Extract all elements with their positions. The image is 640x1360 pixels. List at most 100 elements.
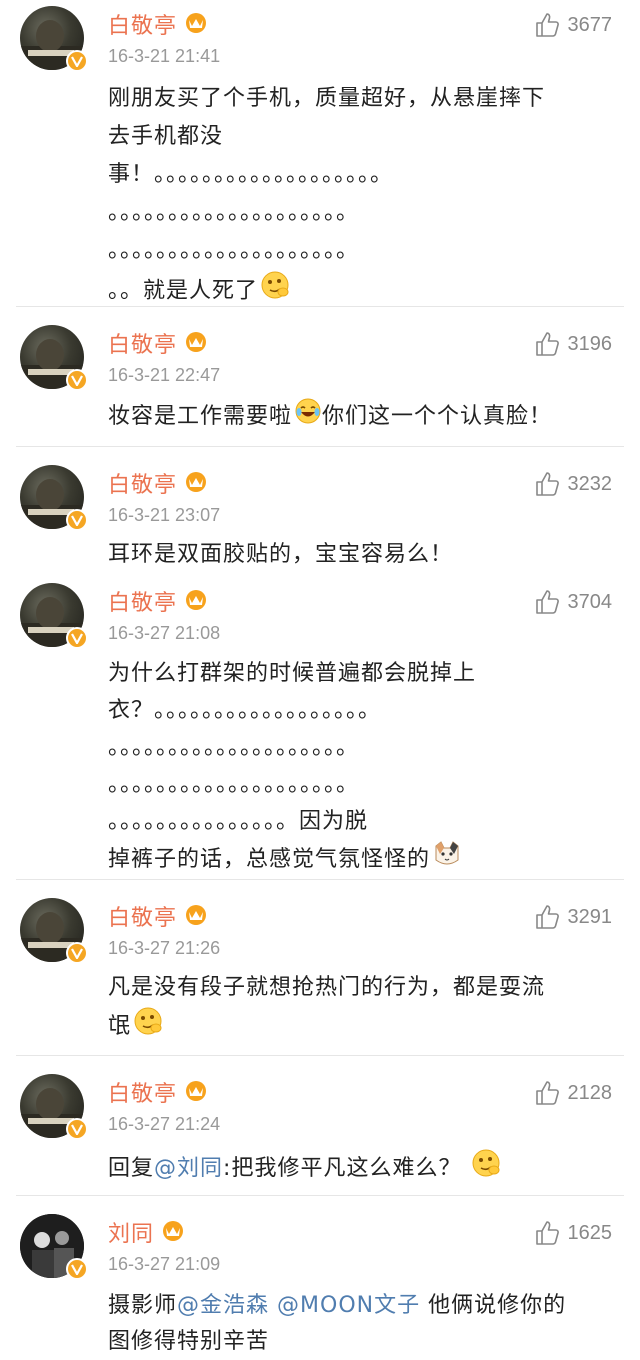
text-line: 凡是没有段子就想抢热门的行为，都是耍流 <box>108 975 546 1000</box>
text-line: 为什么打群架的时候普遍都会脱掉上 <box>108 661 477 686</box>
text-line: 。。。。。。。。。。。。。。。。。。。。 <box>108 735 360 760</box>
text-line: 去手机都没 <box>108 124 224 149</box>
verified-icon <box>66 1258 88 1280</box>
laugh-cry-emoji-icon <box>294 397 322 437</box>
thumbs-up-icon <box>535 332 559 356</box>
like-count: 3677 <box>567 13 613 36</box>
comment-item: 白敬亭 16-3-21 23:07 3232 耳环是双面胶贴的，宝宝容易么！ <box>0 447 640 577</box>
thumbs-up-icon <box>535 1081 559 1105</box>
vip-crown-icon <box>183 588 209 616</box>
timestamp: 16-3-21 22:47 <box>108 365 221 385</box>
text-line: 。。。。。。。。。。。。。。。。。。。。 <box>108 772 360 797</box>
verified-icon <box>66 1118 88 1140</box>
avatar[interactable] <box>20 325 88 391</box>
timestamp: 16-3-27 21:09 <box>108 1254 221 1274</box>
verified-icon <box>66 369 88 391</box>
comment-item: 白敬亭 16-3-27 21:26 3291 凡是没有段子就想抢热门的行为，都是… <box>0 880 640 1056</box>
text-line: 衣？。。。。。。。。。。。。。。。。。。 <box>108 698 382 723</box>
text-line: 。。。。。。。。。。。。。。。。。。。。 <box>108 238 360 263</box>
text-segment: 你们这一个个认真脸！ <box>322 404 553 429</box>
comment-text: 耳环是双面胶贴的，宝宝容易么！ <box>108 537 606 573</box>
avatar[interactable] <box>20 583 88 649</box>
like-count: 2128 <box>567 1081 613 1104</box>
username[interactable]: 白敬亭 <box>108 900 209 932</box>
vip-crown-icon <box>183 903 209 931</box>
smirk-emoji-icon <box>471 1148 501 1190</box>
text-segment: 他俩说修你的 <box>428 1293 567 1318</box>
smirk-emoji-icon <box>133 1006 163 1048</box>
comment-list: 白敬亭 16-3-21 21:41 3677 刚朋友买了个手机，质量超好，从悬崖… <box>0 0 640 1359</box>
text-line: 耳环是双面胶贴的，宝宝容易么！ <box>108 542 454 567</box>
timestamp: 16-3-21 23:07 <box>108 505 221 525</box>
thumbs-up-icon <box>535 590 559 614</box>
avatar[interactable] <box>20 465 88 531</box>
vip-crown-icon <box>183 330 209 358</box>
verified-icon <box>66 509 88 531</box>
text-segment: 摄影师 <box>108 1293 178 1318</box>
comment-text: 刚朋友买了个手机，质量超好，从悬崖摔下 去手机都没 事！。。。。。。。。。。。。… <box>108 80 606 313</box>
text-segment: :把我修平凡这么难么？ <box>223 1156 462 1181</box>
mention-link[interactable]: @刘同 <box>154 1156 223 1181</box>
cat-emoji-icon <box>432 840 462 880</box>
comment-item: 白敬亭 16-3-27 21:24 2128 回复@刘同:把我修平凡这么难么？ <box>0 1056 640 1196</box>
comment-text: 凡是没有段子就想抢热门的行为，都是耍流 氓 <box>108 970 606 1048</box>
reply-prefix: 回复 <box>108 1156 155 1181</box>
username[interactable]: 白敬亭 <box>108 8 209 40</box>
vip-crown-icon <box>183 1079 209 1107</box>
like-count: 3704 <box>567 590 613 613</box>
text-line: 事！。。。。。。。。。。。。。。。。。。。 <box>108 162 394 187</box>
verified-icon <box>66 50 88 72</box>
avatar[interactable] <box>20 1214 88 1280</box>
avatar[interactable] <box>20 1074 88 1140</box>
like-button[interactable]: 2128 <box>534 1080 613 1106</box>
vip-crown-icon <box>183 11 209 39</box>
timestamp: 16-3-27 21:26 <box>108 938 221 958</box>
timestamp: 16-3-27 21:08 <box>108 623 221 643</box>
text-line: 。。就是人死了 <box>108 278 259 304</box>
vip-crown-icon <box>160 1219 186 1247</box>
like-count: 3232 <box>567 472 613 495</box>
username[interactable]: 刘同 <box>108 1216 186 1248</box>
mention-link[interactable]: @金浩森 <box>177 1293 269 1318</box>
vip-crown-icon <box>183 470 209 498</box>
text-segment: 妆容是工作需要啦 <box>108 404 293 429</box>
verified-icon <box>66 627 88 649</box>
mention-link[interactable]: @MOON文子 <box>277 1293 420 1318</box>
avatar[interactable] <box>20 6 88 72</box>
username[interactable]: 白敬亭 <box>108 327 209 359</box>
username[interactable]: 白敬亭 <box>108 1076 209 1108</box>
text-line: 。。。。。。。。。。。。。。。。。。。。 <box>108 200 360 225</box>
thumbs-up-icon <box>535 13 559 37</box>
like-button[interactable]: 3677 <box>534 12 613 38</box>
thumbs-up-icon <box>535 905 559 929</box>
thumbs-up-icon <box>535 1221 559 1245</box>
comment-item: 刘同 16-3-27 21:09 1625 摄影师@金浩森 @MOON文子 他俩… <box>0 1196 640 1359</box>
text-line: 掉裤子的话，总感觉气氛怪怪的 <box>108 847 431 872</box>
comment-text: 回复@刘同:把我修平凡这么难么？ <box>108 1148 606 1190</box>
like-button[interactable]: 3704 <box>534 589 613 615</box>
comment-item: 白敬亭 16-3-21 22:47 3196 妆容是工作需要啦 你们这一个个认真脸… <box>0 307 640 447</box>
comment-item: 白敬亭 16-3-21 21:41 3677 刚朋友买了个手机，质量超好，从悬崖… <box>0 0 640 307</box>
like-button[interactable]: 3232 <box>534 471 613 497</box>
username[interactable]: 白敬亭 <box>108 585 209 617</box>
comment-item: 白敬亭 16-3-27 21:08 3704 为什么打群架的时候普遍都会脱掉上 … <box>0 577 640 880</box>
like-count: 1625 <box>567 1221 613 1244</box>
timestamp: 16-3-21 21:41 <box>108 46 221 66</box>
verified-icon <box>66 942 88 964</box>
comment-text: 妆容是工作需要啦 你们这一个个认真脸！ <box>108 397 606 437</box>
text-line: 图修得特别辛苦 <box>108 1329 270 1354</box>
timestamp: 16-3-27 21:24 <box>108 1114 221 1134</box>
comment-text: 摄影师@金浩森 @MOON文子 他俩说修你的 图修得特别辛苦 <box>108 1288 606 1360</box>
like-count: 3196 <box>567 332 613 355</box>
like-button[interactable]: 1625 <box>534 1220 613 1246</box>
text-line: 。。。。。。。。。。。。。。。因为脱 <box>108 809 369 834</box>
like-button[interactable]: 3291 <box>534 904 613 930</box>
username[interactable]: 白敬亭 <box>108 467 209 499</box>
like-count: 3291 <box>567 905 613 928</box>
comment-text: 为什么打群架的时候普遍都会脱掉上 衣？。。。。。。。。。。。。。。。。。。 。。… <box>108 655 606 880</box>
like-button[interactable]: 3196 <box>534 331 613 357</box>
avatar[interactable] <box>20 898 88 964</box>
thumbs-up-icon <box>535 472 559 496</box>
text-line: 氓 <box>108 1014 132 1039</box>
text-line: 刚朋友买了个手机，质量超好，从悬崖摔下 <box>108 86 546 111</box>
